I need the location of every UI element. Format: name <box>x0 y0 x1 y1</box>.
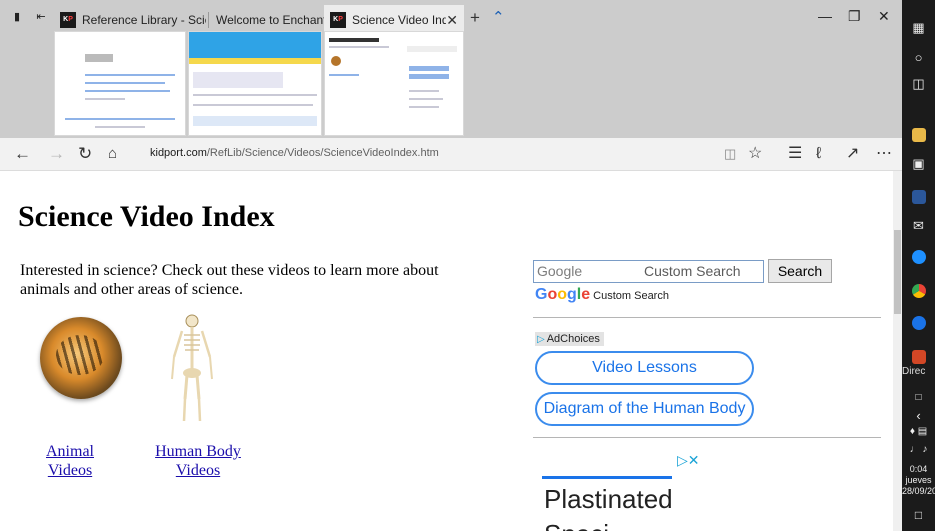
clock-day: jueves <box>905 475 932 485</box>
tab-manager-icon[interactable]: ▮ <box>10 10 24 24</box>
url-host: kidport.com <box>150 147 207 159</box>
divider <box>533 437 881 438</box>
clock-time: 0:04 <box>909 464 928 474</box>
page-title: Science Video Index <box>18 200 275 233</box>
page-content: Science Video Index Interested in scienc… <box>0 171 893 531</box>
kidport-favicon-icon: KP <box>330 12 346 28</box>
tab-title: Reference Library - Science <box>82 13 206 27</box>
more-options-icon[interactable]: ⋯ <box>876 145 892 163</box>
set-aside-tabs-icon[interactable]: ⇤ <box>34 10 48 24</box>
taskbar: ▦ ○ ◫ ▣ ✉ Direc □ ‹ ♦ ▤ ♩ ♪ 0:04 jueves … <box>902 0 935 531</box>
tab-preview-enchanted-learning[interactable] <box>188 31 322 136</box>
skeleton-image[interactable] <box>168 313 216 425</box>
ad-accent-bar <box>542 476 672 479</box>
task-view-icon[interactable]: ◫ <box>902 76 935 92</box>
mail-icon[interactable]: ✉ <box>902 218 935 234</box>
ad-banner-subtitle[interactable]: Speci <box>544 519 609 531</box>
adchoices-icon: ▷ <box>537 334 545 345</box>
home-icon[interactable]: ⌂ <box>108 144 117 164</box>
edge-icon[interactable] <box>912 250 926 264</box>
close-tab-icon[interactable]: ✕ <box>446 12 458 29</box>
restore-icon[interactable]: ❐ <box>848 8 861 25</box>
search-button[interactable]: Search <box>768 259 832 283</box>
google-custom-search-logo: Google Custom Search <box>535 286 669 303</box>
clock-date: 28/09/20 <box>902 486 935 496</box>
ad-choices-close-icons[interactable]: ▷✕ <box>677 452 700 469</box>
chrome-icon[interactable] <box>912 284 926 298</box>
animal-videos-link-block: Animal Videos <box>40 442 100 480</box>
favorite-star-icon[interactable]: ☆ <box>748 145 762 163</box>
adchoices-badge[interactable]: ▷ AdChoices <box>535 332 604 346</box>
refresh-icon[interactable]: ↻ <box>78 144 92 164</box>
animal-videos-link[interactable]: Animal Videos <box>46 443 94 479</box>
adchoices-label: AdChoices <box>546 333 600 345</box>
link-line: Animal <box>46 443 94 460</box>
search-input[interactable]: Google Custom Search <box>533 260 764 283</box>
cortana-icon[interactable]: ○ <box>902 50 935 65</box>
close-window-icon[interactable]: ✕ <box>878 8 890 25</box>
back-arrow-icon[interactable]: ← <box>14 144 31 164</box>
store-icon[interactable]: ▣ <box>902 156 935 172</box>
intro-text: Interested in science? Check out these v… <box>20 262 439 298</box>
chevron-left-icon[interactable]: ‹ <box>902 408 935 423</box>
action-center-icon[interactable]: □ <box>902 508 935 522</box>
ad-banner-title[interactable]: Plastinated <box>544 484 673 515</box>
search-placeholder: Google <box>537 263 583 279</box>
video-lessons-ad-button[interactable]: Video Lessons <box>535 351 754 385</box>
system-tray-icons[interactable]: ♦ ▤ <box>902 426 935 437</box>
start-icon[interactable]: ▦ <box>902 20 935 36</box>
tab-separator <box>208 12 209 28</box>
link-line: Videos <box>175 462 221 479</box>
edge-secondary-icon[interactable] <box>912 316 926 330</box>
clock[interactable]: 0:04 jueves 28/09/20 <box>902 464 935 497</box>
chevron-up-icon[interactable]: ⌃ <box>492 8 505 26</box>
address-bar: ← → ↻ ⌂ kidport.com/RefLib/Science/Video… <box>0 138 902 171</box>
human-body-diagram-ad-button[interactable]: Diagram of the Human Body <box>535 392 754 426</box>
tab-title: Science Video Index <box>352 13 447 27</box>
share-icon[interactable]: ↗ <box>846 145 859 163</box>
minimize-icon[interactable]: — <box>818 8 832 24</box>
scrollbar-thumb[interactable] <box>894 230 901 314</box>
forward-arrow-icon[interactable]: → <box>48 144 65 164</box>
search-placeholder-right: Custom Search <box>644 263 741 279</box>
notification-icon[interactable]: □ <box>902 392 935 403</box>
tiger-image[interactable] <box>40 317 122 399</box>
powerpoint-icon[interactable] <box>912 350 926 364</box>
url-path: /RefLib/Science/Videos/ScienceVideoIndex… <box>206 147 439 159</box>
link-line: Videos <box>47 462 93 479</box>
tab-title: Welcome to Enchanted Lear <box>216 13 324 27</box>
human-body-videos-link-block: Human Body Videos <box>146 442 250 480</box>
volume-network-icons[interactable]: ♩ ♪ <box>902 444 935 455</box>
url-field[interactable]: kidport.com/RefLib/Science/Videos/Scienc… <box>150 147 439 159</box>
kidport-favicon-icon: KP <box>60 12 76 28</box>
file-explorer-icon[interactable] <box>912 128 926 142</box>
word-icon[interactable] <box>912 190 926 204</box>
custom-search-label: Custom Search <box>593 290 669 302</box>
tab-preview-science-video-index[interactable] <box>324 31 464 136</box>
taskbar-label: Direc <box>902 366 926 377</box>
link-line: Human Body <box>155 443 241 460</box>
page-scrollbar[interactable] <box>893 171 902 531</box>
divider <box>533 317 881 318</box>
tab-bar: ▮ ⇤ KP Reference Library - Science Welco… <box>0 0 902 138</box>
reading-view-icon[interactable]: ◫ <box>724 145 736 163</box>
human-body-videos-link[interactable]: Human Body Videos <box>155 443 241 479</box>
tab-preview-reference-library[interactable] <box>54 31 186 136</box>
pen-notes-icon[interactable]: ℓ <box>816 145 821 163</box>
favorites-hub-icon[interactable]: ☰ <box>788 145 802 163</box>
new-tab-icon[interactable]: + <box>470 8 480 28</box>
